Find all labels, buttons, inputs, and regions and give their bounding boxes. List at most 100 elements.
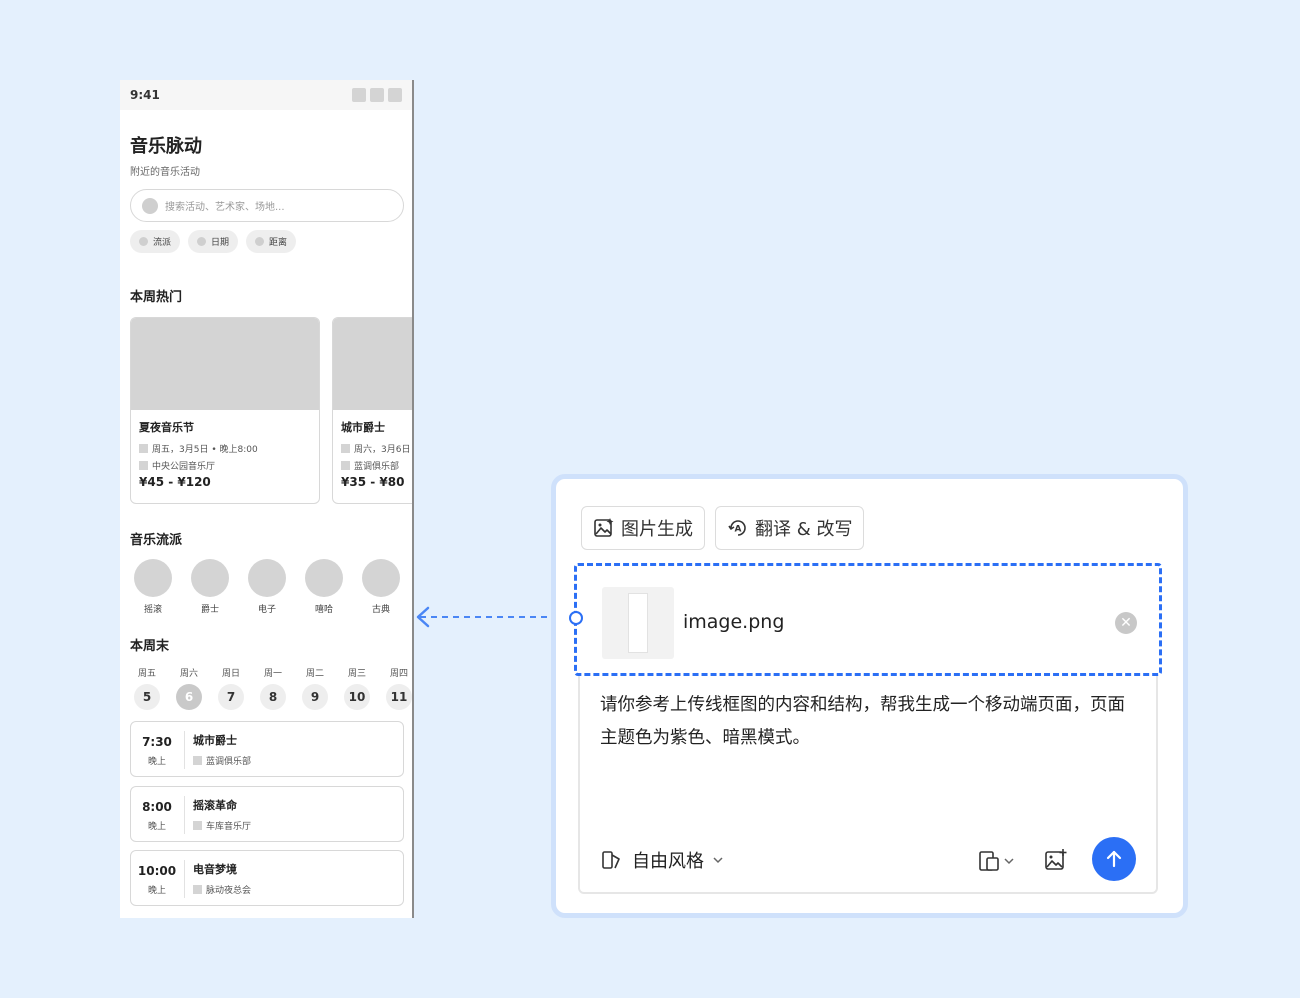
day-weekday: 周二	[305, 669, 324, 679]
event-period: 晚上	[147, 822, 166, 832]
event-name: 夏夜音乐节	[139, 421, 194, 434]
genre-icon	[362, 559, 400, 597]
event-venue: 脉动夜总会	[193, 883, 251, 896]
event-date: 周六，3月6日	[341, 442, 410, 455]
genre-item[interactable]: 嘻哈	[304, 559, 344, 615]
day-weekday: 周四	[389, 669, 408, 679]
day-number: 7	[218, 684, 244, 710]
genre-icon	[191, 559, 229, 597]
filter-chip-date[interactable]: 日期	[188, 230, 239, 253]
event-venue: 蓝调俱乐部	[193, 754, 251, 767]
genre-item[interactable]: 爵士	[190, 559, 230, 615]
day-item[interactable]: 周三 10	[343, 666, 371, 710]
event-period: 晚上	[147, 757, 166, 767]
calendar-icon	[139, 444, 148, 453]
search-input[interactable]: 搜索活动、艺术家、场地...	[130, 189, 404, 222]
hot-event-card[interactable]: 城市爵士 周六，3月6日 蓝调俱乐部 ¥35 - ¥80	[332, 317, 412, 504]
event-venue: 车库音乐厅	[193, 819, 251, 832]
event-list-item[interactable]: 8:00 晚上 摇滚革命 车库音乐厅	[130, 786, 404, 842]
filter-chip-distance[interactable]: 距离	[246, 230, 297, 253]
add-image-button[interactable]	[1044, 848, 1068, 876]
hot-section-title: 本周热门	[130, 290, 183, 305]
event-name: 城市爵士	[341, 421, 385, 434]
translate-icon: A	[728, 520, 746, 536]
page-title: 音乐脉动	[130, 136, 202, 157]
image-gen-label: 图片生成	[621, 519, 693, 540]
divider	[184, 796, 185, 834]
image-gen-button[interactable]: 图片生成	[581, 506, 705, 550]
chevron-down-icon	[1004, 858, 1014, 865]
prompt-text[interactable]: 请你参考上传线框图的内容和结构，帮我生成一个移动端页面，页面主题色为紫色、暗黑模…	[600, 689, 1140, 755]
close-icon[interactable]: ✕	[1115, 612, 1137, 634]
style-dropdown[interactable]: 自由风格	[600, 847, 724, 873]
filter-chips: 流派 日期 距离	[130, 230, 297, 253]
genre-icon	[248, 559, 286, 597]
filter-icon	[197, 237, 207, 246]
event-time: 8:00	[142, 800, 172, 814]
day-item[interactable]: 周六 6	[175, 666, 203, 710]
location-icon	[139, 461, 148, 470]
event-list-item[interactable]: 10:00 晚上 电音梦境 脉动夜总会	[130, 850, 404, 906]
event-image	[131, 318, 319, 410]
day-weekday: 周日	[221, 669, 240, 679]
status-time: 9:41	[130, 88, 160, 102]
connector-handle	[569, 611, 583, 625]
status-icons	[352, 88, 402, 102]
day-number: 11	[386, 684, 412, 710]
event-name: 摇滚革命	[193, 799, 237, 812]
day-item[interactable]: 周四 11	[385, 666, 412, 710]
genre-section-title: 音乐流派	[130, 533, 183, 548]
translate-label: 翻译 & 改写	[755, 519, 853, 540]
hot-event-card[interactable]: 夏夜音乐节 周五，3月5日 • 晚上8:00 中央公园音乐厅 ¥45 - ¥12…	[130, 317, 320, 504]
connector-arrow	[416, 606, 567, 628]
device-selector[interactable]	[977, 849, 1015, 873]
genre-icon	[305, 559, 343, 597]
location-icon	[193, 821, 202, 830]
style-label: 自由风格	[632, 851, 704, 872]
filter-chip-genre[interactable]: 流派	[130, 230, 181, 253]
event-venue: 中央公园音乐厅	[139, 459, 215, 472]
svg-text:A: A	[735, 525, 742, 535]
day-number: 6	[176, 684, 202, 710]
day-weekday: 周六	[179, 669, 198, 679]
day-number: 5	[134, 684, 160, 710]
day-item[interactable]: 周二 9	[301, 666, 329, 710]
day-item[interactable]: 周一 8	[259, 666, 287, 710]
location-icon	[193, 885, 202, 894]
day-item[interactable]: 周日 7	[217, 666, 245, 710]
event-image	[333, 318, 412, 410]
event-list-item[interactable]: 7:30 晚上 城市爵士 蓝调俱乐部	[130, 721, 404, 777]
event-period: 晚上	[147, 886, 166, 896]
calendar-icon	[341, 444, 350, 453]
day-weekday: 周一	[263, 669, 282, 679]
genre-item[interactable]: 古典	[361, 559, 401, 615]
day-weekday: 周三	[347, 669, 366, 679]
day-item[interactable]: 周五 5	[133, 666, 161, 710]
event-time: 10:00	[137, 864, 177, 878]
event-price: ¥35 - ¥80	[341, 475, 405, 489]
divider	[184, 731, 185, 769]
genre-item[interactable]: 电子	[247, 559, 287, 615]
style-icon	[602, 851, 620, 869]
send-button[interactable]	[1092, 837, 1136, 881]
filter-icon	[255, 237, 265, 246]
event-date: 周五，3月5日 • 晚上8:00	[139, 442, 258, 455]
event-venue: 蓝调俱乐部	[341, 459, 399, 472]
genre-item[interactable]: 摇滚	[133, 559, 173, 615]
day-number: 10	[344, 684, 370, 710]
event-name: 电音梦境	[193, 863, 237, 876]
page-subtitle: 附近的音乐活动	[130, 167, 200, 178]
divider	[184, 860, 185, 898]
day-number: 8	[260, 684, 286, 710]
chevron-down-icon	[713, 857, 723, 864]
translate-rewrite-button[interactable]: A 翻译 & 改写	[715, 506, 865, 550]
location-icon	[193, 756, 202, 765]
weekend-section-title: 本周末	[130, 639, 170, 654]
image-add-icon	[1045, 849, 1067, 870]
event-time: 7:30	[142, 735, 172, 749]
arrow-up-icon	[1106, 850, 1122, 868]
attachment-thumbnail[interactable]	[602, 587, 674, 659]
day-weekday: 周五	[137, 669, 156, 679]
filter-icon	[139, 237, 148, 246]
attachment-preview: image.png ✕	[569, 563, 1162, 676]
